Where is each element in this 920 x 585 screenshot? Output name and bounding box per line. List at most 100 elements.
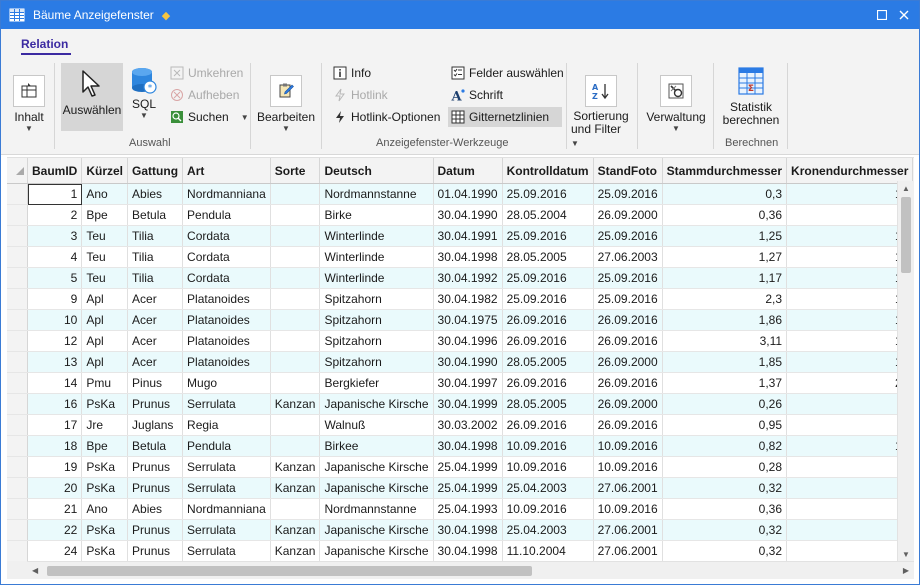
table-cell[interactable]: 25.09.2016 (593, 288, 663, 310)
row-header[interactable] (7, 267, 28, 289)
table-cell[interactable]: 2 (786, 519, 914, 541)
table-cell[interactable]: Kanzan (270, 456, 321, 478)
column-header[interactable]: Kontrolldatum (502, 158, 594, 184)
table-cell[interactable]: Bergkiefer (319, 372, 434, 394)
table-cell[interactable]: 30.04.1996 (433, 330, 503, 352)
table-cell[interactable]: 10 (786, 267, 914, 289)
table-cell[interactable]: Abies (127, 183, 184, 205)
table-cell[interactable]: Cordata (182, 225, 271, 247)
table-cell[interactable]: Kanzan (270, 393, 321, 415)
table-cell[interactable] (270, 309, 321, 331)
column-header[interactable]: Kürzel (81, 158, 129, 184)
table-cell[interactable]: 19 (27, 456, 83, 478)
table-cell[interactable]: 30.04.1998 (433, 246, 503, 268)
table-cell[interactable]: Apl (81, 309, 129, 331)
tab-relation[interactable]: Relation (21, 37, 68, 51)
row-header[interactable] (7, 330, 28, 352)
table-cell[interactable]: 30.03.2002 (433, 414, 503, 436)
table-row[interactable]: 24 PsKa Prunus Serrulata Kanzan Japanische Ki… (7, 540, 914, 562)
table-row[interactable]: 5 Teu Tilia Cordata Winterlinde 30.04.1992 25.… (7, 267, 914, 289)
table-cell[interactable]: PsKa (81, 519, 129, 541)
table-cell[interactable]: 2 (786, 456, 914, 478)
table-cell[interactable]: 0,26 (662, 393, 788, 415)
table-cell[interactable]: Teu (81, 246, 129, 268)
table-cell[interactable]: 0,36 (662, 498, 788, 520)
table-cell[interactable]: 26.09.2016 (502, 372, 594, 394)
hotlink-optionen-button[interactable]: Hotlink-Optionen (332, 107, 440, 127)
table-cell[interactable]: Winterlinde (319, 225, 434, 247)
table-cell[interactable]: Platanoides (182, 309, 271, 331)
table-cell[interactable]: 26.09.2000 (593, 351, 663, 373)
table-cell[interactable]: Prunus (127, 477, 184, 499)
table-cell[interactable]: 0,36 (662, 204, 788, 226)
row-header[interactable] (7, 519, 28, 541)
table-cell[interactable] (270, 288, 321, 310)
sortierung-filter-button[interactable]: AZ Sortierung und Filter ▼ (571, 75, 631, 150)
table-cell[interactable]: 30.04.1990 (433, 351, 503, 373)
table-cell[interactable]: Serrulata (182, 540, 271, 562)
row-header[interactable] (7, 435, 28, 457)
table-cell[interactable]: Prunus (127, 393, 184, 415)
table-cell[interactable]: Ano (81, 183, 129, 205)
table-cell[interactable]: 0,95 (662, 414, 788, 436)
table-cell[interactable]: Prunus (127, 456, 184, 478)
table-cell[interactable]: 21 (27, 498, 83, 520)
table-cell[interactable] (270, 498, 321, 520)
table-cell[interactable]: 30.04.1998 (433, 519, 503, 541)
table-row[interactable]: 18 Bpe Betula Pendula Birkee 30.04.1998 10.09.… (7, 435, 914, 457)
column-header[interactable]: Kronendurchmesser (786, 158, 914, 184)
table-cell[interactable]: Japanische Kirsche (319, 393, 434, 415)
table-cell[interactable]: Tilia (127, 246, 184, 268)
row-header[interactable] (7, 225, 28, 247)
table-row[interactable]: 22 PsKa Prunus Serrulata Kanzan Japanische Ki… (7, 519, 914, 541)
table-cell[interactable]: 12 (27, 330, 83, 352)
table-cell[interactable]: Nordmannstanne (319, 498, 434, 520)
table-cell[interactable]: Apl (81, 330, 129, 352)
aufheben-button[interactable]: Aufheben (169, 85, 239, 105)
table-cell[interactable]: Winterlinde (319, 267, 434, 289)
table-cell[interactable]: 0,32 (662, 540, 788, 562)
table-cell[interactable]: 28.05.2005 (502, 246, 594, 268)
table-cell[interactable]: Nordmanniana (182, 498, 271, 520)
column-header[interactable]: StandFoto (593, 158, 663, 184)
table-cell[interactable]: 25.09.2016 (502, 267, 594, 289)
table-cell[interactable]: 17 (27, 414, 83, 436)
table-cell[interactable]: 28.05.2004 (502, 204, 594, 226)
table-cell[interactable]: 10.09.2016 (593, 498, 663, 520)
table-row[interactable]: 19 PsKa Prunus Serrulata Kanzan Japanische Ki… (7, 456, 914, 478)
table-cell[interactable]: 15 (786, 330, 914, 352)
table-cell[interactable]: 12 (786, 288, 914, 310)
table-cell[interactable]: 25.04.2003 (502, 477, 594, 499)
scroll-left-icon[interactable]: ◀ (32, 566, 38, 575)
sql-button[interactable]: * SQL ▼ (129, 65, 159, 120)
table-cell[interactable]: 22 (27, 519, 83, 541)
table-cell[interactable]: 26.09.2016 (593, 309, 663, 331)
table-row[interactable]: 16 PsKa Prunus Serrulata Kanzan Japanische Ki… (7, 393, 914, 415)
table-cell[interactable]: 01.04.1990 (433, 183, 503, 205)
table-cell[interactable]: 3 (27, 225, 83, 247)
table-cell[interactable]: 18 (27, 435, 83, 457)
table-cell[interactable]: 1,17 (662, 267, 788, 289)
table-cell[interactable]: 9 (786, 204, 914, 226)
table-cell[interactable]: 0,82 (662, 435, 788, 457)
row-header[interactable] (7, 204, 28, 226)
row-header[interactable] (7, 309, 28, 331)
auswaehlen-button[interactable]: Auswählen (61, 63, 123, 131)
column-header[interactable]: BaumID (27, 158, 83, 184)
table-cell[interactable]: Apl (81, 351, 129, 373)
table-cell[interactable]: Pendula (182, 204, 271, 226)
table-cell[interactable]: Japanische Kirsche (319, 456, 434, 478)
table-cell[interactable]: Ano (81, 498, 129, 520)
table-cell[interactable]: 13 (27, 351, 83, 373)
close-button[interactable] (895, 6, 913, 24)
table-cell[interactable]: Tilia (127, 225, 184, 247)
table-cell[interactable]: Pinus (127, 372, 184, 394)
table-cell[interactable]: 20 (27, 477, 83, 499)
table-cell[interactable] (270, 204, 321, 226)
table-cell[interactable]: Tilia (127, 267, 184, 289)
table-cell[interactable]: 3 (786, 414, 914, 436)
table-cell[interactable]: 27.06.2003 (593, 246, 663, 268)
table-cell[interactable] (270, 351, 321, 373)
table-cell[interactable]: Acer (127, 309, 184, 331)
corner-header[interactable] (7, 158, 28, 184)
